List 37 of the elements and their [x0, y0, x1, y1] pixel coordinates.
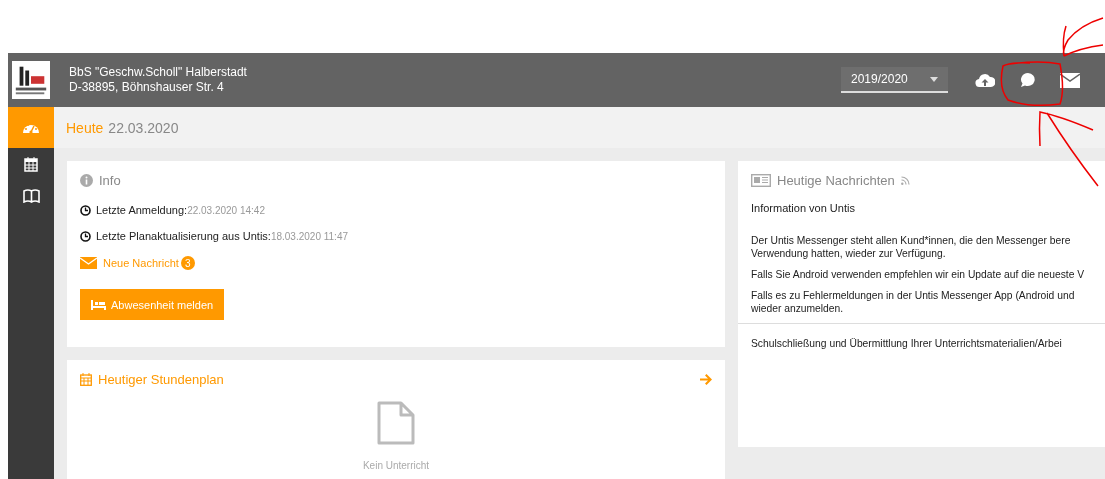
card-title: Heutige Nachrichten: [777, 172, 895, 188]
caret-icon: [930, 76, 938, 82]
card-title: Heutiger Stundenplan: [98, 371, 224, 387]
clock-icon: [80, 204, 91, 216]
message-count-badge: 3: [180, 256, 195, 270]
today-date: 22.03.2020: [108, 119, 179, 136]
news-paragraph: wieder anzumelden.: [751, 302, 845, 315]
empty-document-icon: [377, 401, 415, 445]
rss-icon: [900, 175, 910, 185]
info-value: 18.03.2020 11:47: [270, 230, 348, 242]
news-paragraph: Falls Sie Android verwenden empfehlen wir ein Update auf die neueste V: [751, 268, 1086, 281]
today-label: Heute: [66, 119, 104, 136]
open-book-icon: [22, 189, 40, 203]
news-paragraph: Falls es zu Fehlermeldungen in der Untis Messenger App (Android und: [751, 289, 1076, 302]
news-title[interactable]: Schulschließung und Übermittlung Ihrer Unterrichtsmaterialien/Arbei: [751, 338, 1105, 349]
clock-icon: [80, 230, 91, 242]
calendar-icon: [24, 156, 38, 172]
card-title: Info: [99, 172, 121, 188]
empty-timetable-text: Kein Unterricht: [362, 460, 430, 471]
news-paragraph: Verwendung hatten, wieder zur Verfügung.: [751, 247, 947, 260]
news-title[interactable]: Information von Untis: [751, 202, 1105, 214]
school-address: D-38895, Böhnshauser Str. 4: [69, 80, 225, 95]
school-name: BbS "Geschw.Scholl" Halberstadt: [69, 65, 248, 80]
bed-icon: [91, 299, 106, 310]
info-icon: [80, 173, 93, 187]
info-label: Letzte Anmeldung:: [96, 204, 188, 216]
envelope-icon: [80, 257, 97, 269]
info-value: 22.03.2020 14:42: [187, 204, 265, 216]
school-year-dropdown[interactable]: 2019/2020: [841, 67, 948, 93]
newspaper-icon: [751, 173, 771, 187]
annotation-arrow: [1062, 17, 1104, 57]
chat-bubble-icon[interactable]: [1020, 72, 1036, 88]
envelope-icon[interactable]: [1060, 72, 1080, 88]
info-label: Letzte Planaktualisierung aus Untis:: [96, 230, 271, 242]
cloud-upload-icon[interactable]: [975, 72, 995, 88]
news-paragraph: Der Untis Messenger steht allen Kund*innen, die den Messenger bere: [751, 234, 1072, 247]
calendar-icon: [80, 372, 92, 386]
